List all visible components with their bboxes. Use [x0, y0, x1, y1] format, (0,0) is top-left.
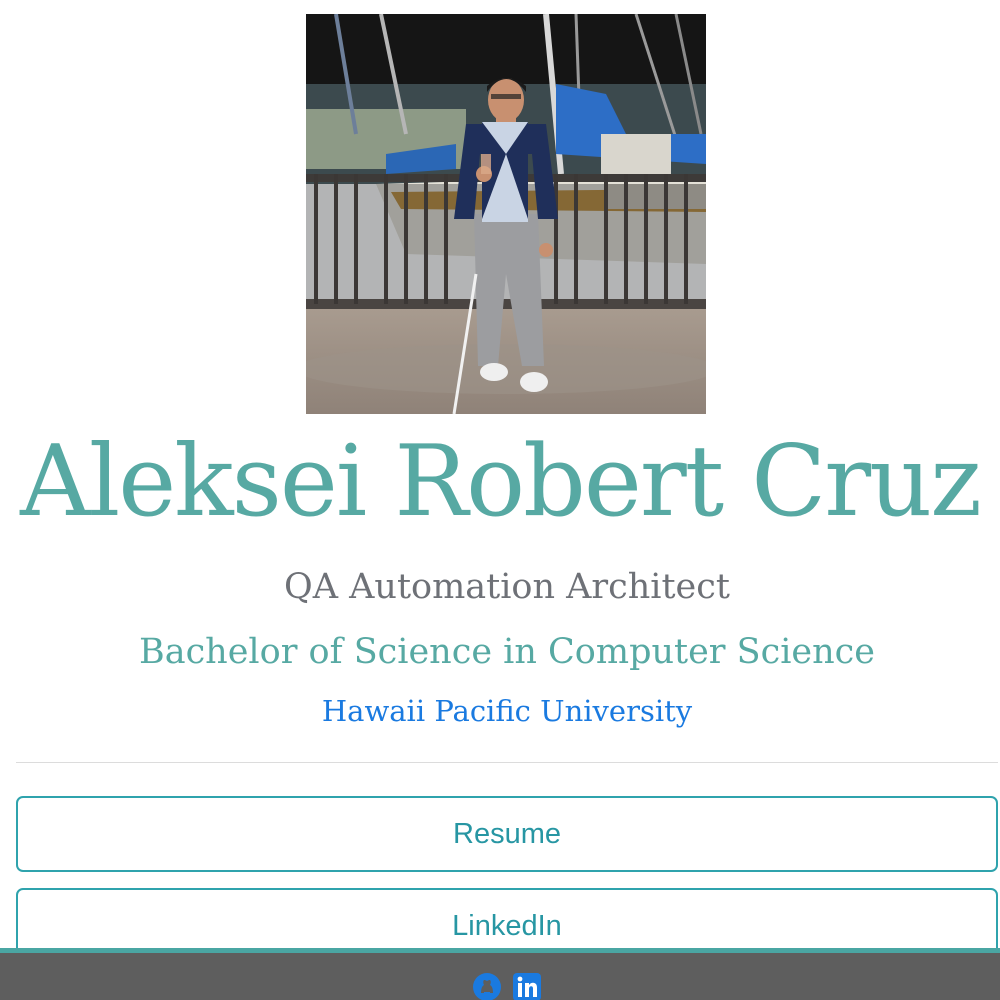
profile-photo — [306, 14, 706, 414]
university-link[interactable]: Hawaii Pacific University — [0, 691, 1000, 731]
github-icon[interactable] — [472, 972, 502, 1000]
footer-social-icons — [472, 972, 542, 1000]
linkedin-icon[interactable] — [512, 972, 542, 1000]
degree-text: Bachelor of Science in Computer Science — [138, 632, 875, 672]
section-divider — [16, 762, 998, 763]
resume-button[interactable]: Resume — [16, 796, 998, 872]
profile-name: Aleksei Robert Cruz — [20, 425, 982, 539]
job-title: QA Automation Architect — [284, 567, 730, 607]
